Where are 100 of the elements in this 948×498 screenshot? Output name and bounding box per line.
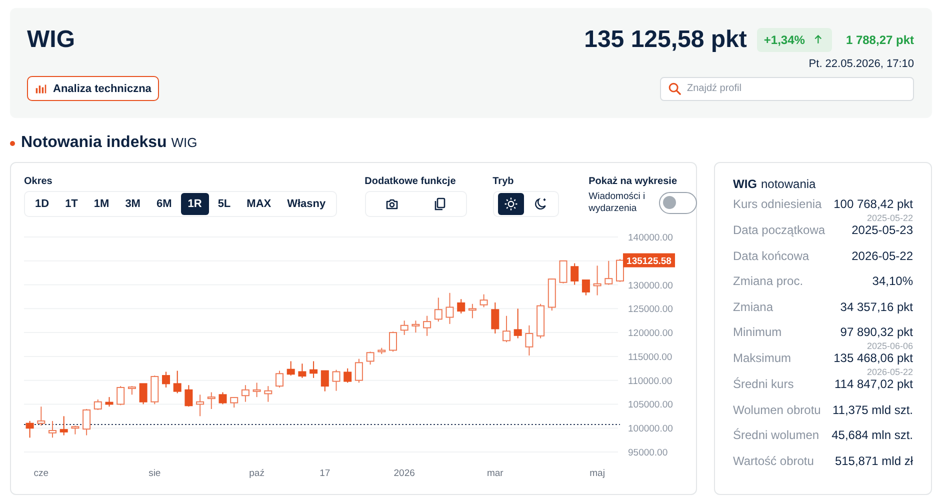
candle	[559, 260, 568, 284]
candle	[604, 260, 613, 286]
timestamp: Pt. 22.05.2026, 17:10	[808, 58, 914, 70]
search-icon	[668, 82, 681, 94]
candle	[446, 292, 454, 324]
mode-label: Tryb	[492, 176, 515, 187]
stat-date: 2025-05-22	[866, 213, 913, 223]
technical-analysis-button[interactable]: Analiza techniczna	[27, 76, 160, 101]
candle	[162, 371, 170, 388]
candle	[468, 303, 476, 319]
period-tab[interactable]: 3M	[118, 193, 148, 215]
stat-value: 45,684 mln szt.	[832, 428, 913, 442]
candle	[423, 315, 432, 336]
stat-label: Średni wolumen	[733, 428, 820, 442]
change-percent-badge: +1,34%	[756, 28, 832, 52]
axis-label: 2026	[394, 468, 415, 479]
bar-chart-icon	[35, 82, 47, 94]
candle	[344, 368, 352, 384]
section-title: Notowania indeksu WIG	[21, 134, 198, 152]
candle	[480, 294, 488, 308]
candle	[37, 406, 46, 426]
stat-value: 135 468,06 pkt	[834, 351, 913, 365]
candle	[276, 370, 284, 388]
axis-label: maj	[590, 468, 605, 479]
candle	[184, 384, 193, 408]
candle	[48, 420, 56, 438]
candle	[536, 303, 545, 339]
axis-label: 100000.00	[628, 424, 673, 435]
candle	[286, 360, 295, 376]
stat-label: Data końcowa	[733, 248, 810, 262]
stat-value: 2025-05-23	[852, 223, 913, 237]
toggle-label: Wiadomości i wydarzenia	[588, 191, 646, 215]
stat-label: Zmiana proc.	[733, 274, 804, 288]
period-tab[interactable]: MAX	[240, 193, 278, 215]
search-field[interactable]: Znajdź profil	[660, 76, 914, 100]
stat-label: Zmiana	[733, 300, 774, 314]
copy-icon	[432, 197, 447, 211]
stat-label: Średni kurs	[733, 377, 794, 391]
candle	[218, 392, 227, 405]
axis-label: 95000.00	[628, 448, 668, 458]
period-tab[interactable]: 1M	[86, 193, 116, 215]
axis-label: mar	[486, 468, 504, 479]
axis-label: cze	[34, 468, 49, 479]
candle	[354, 358, 363, 384]
stat-value: 114 847,02 pkt	[834, 377, 913, 391]
stat-label: Data początkowa	[733, 223, 826, 237]
candle	[139, 383, 148, 405]
candle	[310, 360, 318, 378]
candle	[264, 386, 272, 402]
axis-label: 115000.00	[628, 352, 672, 363]
candle	[366, 351, 374, 366]
candle	[82, 408, 91, 436]
stat-value: 515,871 mld zł	[834, 454, 913, 468]
stat-label: Kurs odniesienia	[733, 197, 822, 211]
stat-value: 97 890,32 pkt	[840, 325, 913, 339]
toggle-switch[interactable]	[658, 192, 697, 214]
candle	[105, 396, 114, 408]
last-price-label: 135125.58	[623, 253, 675, 268]
stat-label: Wartość obrotu	[733, 454, 814, 468]
axis-label: 120000.00	[628, 328, 673, 340]
period-tab[interactable]: 1R	[180, 193, 209, 215]
candle	[616, 258, 624, 282]
index-price: 135 125,58 pkt	[584, 26, 747, 54]
period-tab[interactable]: 5L	[210, 193, 238, 215]
candle	[71, 425, 80, 435]
candle	[570, 262, 579, 286]
candle	[412, 320, 420, 334]
candle	[173, 370, 182, 394]
candle	[230, 396, 238, 408]
stat-label: Wolumen obrotu	[733, 402, 821, 416]
candle	[332, 369, 340, 392]
period-tab[interactable]: 1T	[58, 193, 85, 215]
candle	[593, 265, 602, 296]
stat-value: 34,10%	[872, 274, 913, 288]
camera-icon	[384, 197, 399, 211]
candle	[26, 420, 34, 438]
candle	[320, 370, 329, 392]
candle	[548, 278, 556, 312]
period-tab[interactable]: Własny	[280, 193, 333, 215]
axis-label: 140000.00	[628, 233, 673, 244]
candle	[128, 386, 136, 396]
candle	[389, 331, 397, 352]
stat-value: 34 357,16 pkt	[840, 300, 913, 314]
bullet-dot	[10, 140, 15, 146]
period-tab[interactable]: 6M	[149, 193, 179, 215]
candle	[252, 382, 261, 398]
candle	[491, 302, 500, 334]
candle	[207, 392, 216, 410]
extra-functions-label: Dodatkowe funkcje	[364, 176, 457, 187]
period-tab[interactable]: 1D	[28, 193, 56, 215]
candle	[298, 363, 306, 378]
index-title: WIG	[27, 26, 75, 54]
axis-label: 125000.00	[628, 304, 673, 316]
candle	[457, 298, 466, 314]
candle	[241, 384, 250, 402]
light-mode-button[interactable]	[498, 193, 524, 215]
show-on-chart-label: Pokaż na wykresie	[588, 176, 678, 187]
candle	[514, 308, 522, 339]
axis-label: paź	[249, 468, 264, 479]
candle	[582, 280, 590, 296]
